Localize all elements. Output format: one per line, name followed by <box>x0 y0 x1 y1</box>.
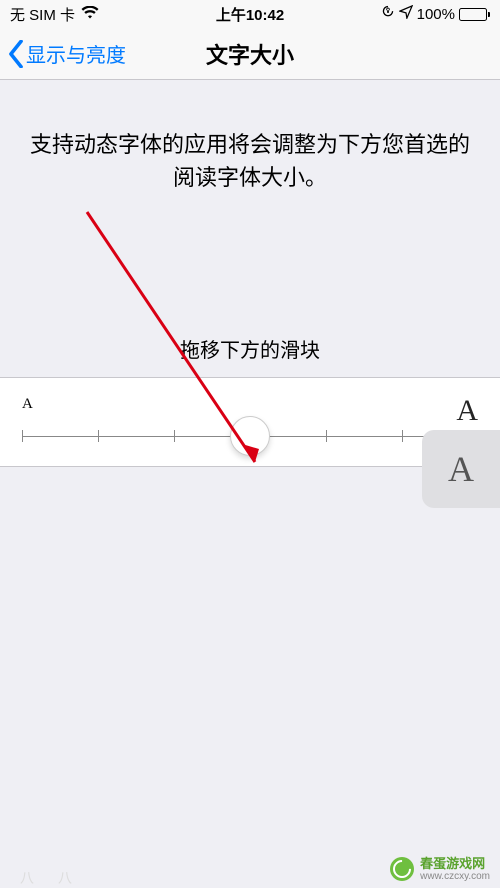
watermark-url: www.czcxy.com <box>420 871 490 882</box>
battery-icon <box>459 8 490 21</box>
back-button[interactable]: 显示与亮度 <box>8 39 126 68</box>
slider-instruction: 拖移下方的滑块 <box>0 324 500 377</box>
status-time: 上午10:42 <box>216 4 284 25</box>
carrier-text: 无 SIM 卡 <box>10 4 75 25</box>
location-icon <box>399 5 413 23</box>
orientation-lock-icon <box>381 5 395 23</box>
watermark-name: 春蛋游戏网 <box>420 857 490 871</box>
large-a-overlay: A <box>422 430 500 508</box>
chevron-left-icon <box>8 40 24 68</box>
watermark: 春蛋游戏网 www.czcxy.com <box>390 857 490 882</box>
large-a-label: A <box>456 396 478 426</box>
slider-thumb[interactable] <box>230 416 270 456</box>
watermark-logo-icon <box>390 857 414 881</box>
small-a-label: A <box>22 396 33 426</box>
wifi-icon <box>81 6 99 23</box>
back-label: 显示与亮度 <box>26 39 126 68</box>
text-size-slider[interactable] <box>22 434 478 438</box>
battery-percent: 100% <box>417 6 455 23</box>
status-bar: 无 SIM 卡 上午10:42 100% <box>0 0 500 28</box>
decorative-glyphs: 八八 <box>20 868 72 888</box>
nav-bar: 显示与亮度 文字大小 <box>0 28 500 80</box>
page-title: 文字大小 <box>206 38 294 70</box>
description-text: 支持动态字体的应用将会调整为下方您首选的阅读字体大小。 <box>0 80 500 194</box>
